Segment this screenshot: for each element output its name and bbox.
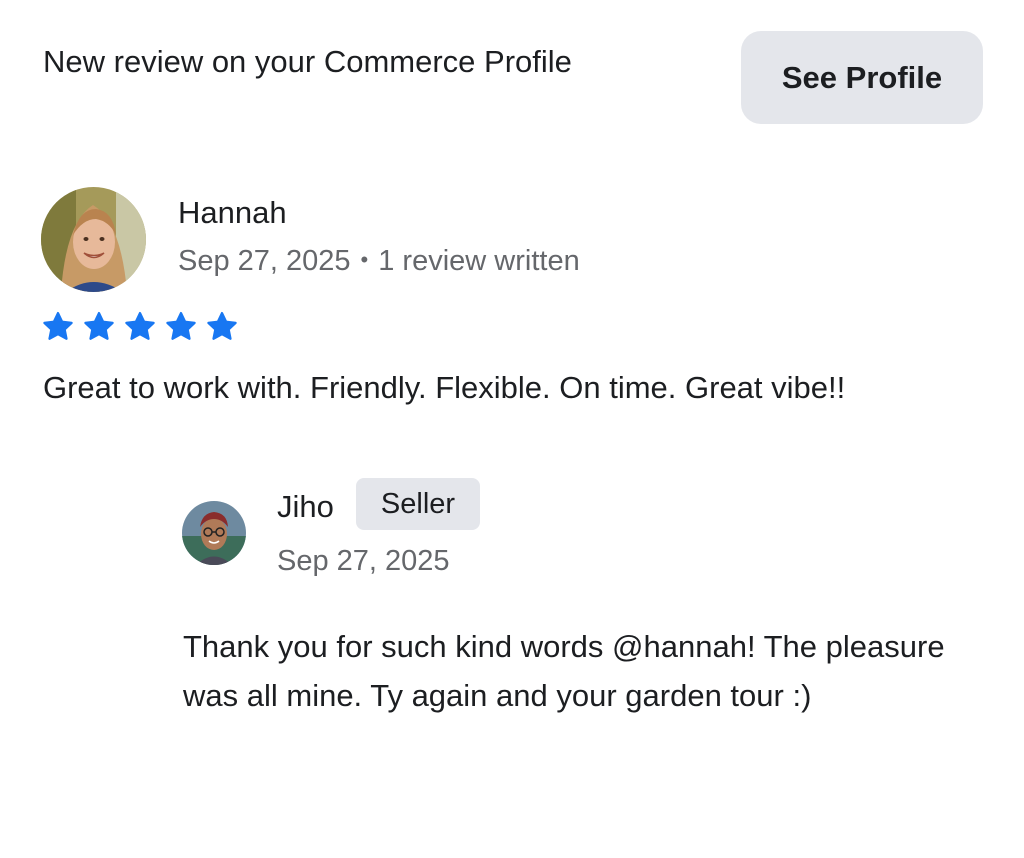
reply-text: Thank you for such kind words @hannah! T… — [183, 629, 945, 713]
star-icon — [205, 310, 239, 344]
star-icon — [82, 310, 116, 344]
reviews-written-count: 1 review written — [378, 245, 580, 277]
reply-date: Sep 27, 2025 — [277, 545, 450, 577]
review-date: Sep 27, 2025 — [178, 245, 351, 277]
seller-avatar[interactable] — [182, 501, 246, 565]
seller-badge: Seller — [356, 478, 480, 530]
review-meta: Sep 27, 2025 • 1 review written — [178, 240, 580, 281]
see-profile-button[interactable]: See Profile — [741, 31, 983, 124]
meta-separator: • — [360, 247, 369, 272]
star-icon — [123, 310, 157, 344]
star-icon — [41, 310, 75, 344]
seller-name[interactable]: Jiho — [277, 487, 334, 527]
reviewer-name[interactable]: Hannah — [178, 193, 287, 233]
reviewer-avatar[interactable] — [41, 187, 146, 292]
star-icon — [164, 310, 198, 344]
star-rating — [41, 310, 239, 344]
review-text: Great to work with. Friendly. Flexible. … — [43, 370, 846, 405]
notification-title: New review on your Commerce Profile — [43, 44, 572, 79]
